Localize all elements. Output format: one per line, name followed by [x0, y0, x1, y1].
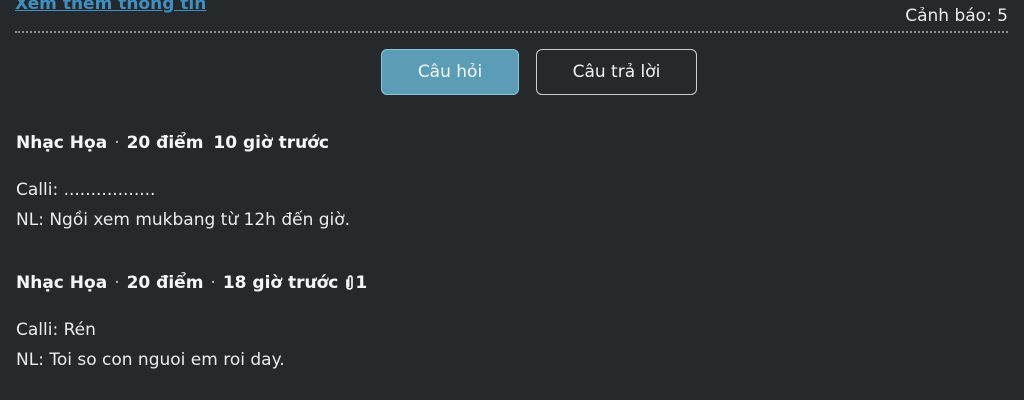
tab-questions[interactable]: Câu hỏi: [381, 49, 519, 95]
author-name[interactable]: Nhạc Họa: [16, 133, 107, 153]
entry-line: NL: Ngồi xem mukbang từ 12h đến giờ.: [16, 210, 351, 230]
tab-answers[interactable]: Câu trả lời: [536, 49, 697, 95]
activity-entry: Nhạc Họa · 20 điểm 10 giờ trước Calli: .…: [16, 131, 1006, 235]
paperclip-icon: [344, 274, 355, 292]
timestamp: 10 giờ trước: [213, 133, 329, 153]
timestamp: 18 giờ trước: [222, 273, 339, 293]
entry-header: Nhạc Họa · 20 điểm 10 giờ trước: [16, 131, 1006, 155]
entry-body[interactable]: Calli: Rén NL: Toi so con nguoi em roi d…: [16, 315, 1006, 375]
points-label: 20 điểm: [126, 133, 204, 153]
attachment-indicator: 1: [344, 273, 367, 293]
tab-bar: Câu hỏi Câu trả lời: [0, 49, 1024, 97]
more-info-link[interactable]: Xem thêm thông tin: [15, 0, 206, 14]
entry-header: Nhạc Họa · 20 điểm · 18 giờ trước 1: [16, 271, 1006, 295]
warning-count: Cảnh báo: 5: [905, 6, 1008, 26]
entry-line: NL: Toi so con nguoi em roi day.: [16, 350, 285, 370]
entry-line: Calli: Rén: [16, 320, 96, 340]
entry-body[interactable]: Calli: ................. NL: Ngồi xem mu…: [16, 175, 1006, 235]
activity-entry: Nhạc Họa · 20 điểm · 18 giờ trước 1 Call…: [16, 271, 1006, 375]
top-bar: Xem thêm thông tin Cảnh báo: 5: [15, 0, 1008, 33]
author-name[interactable]: Nhạc Họa: [16, 273, 107, 293]
points-label: 20 điểm: [126, 273, 204, 293]
entry-line: Calli: .................: [16, 180, 156, 200]
attachment-count: 1: [355, 273, 368, 293]
separator-dot: ·: [114, 273, 120, 293]
separator-dot: ·: [114, 133, 120, 153]
separator-dot: ·: [210, 273, 216, 293]
